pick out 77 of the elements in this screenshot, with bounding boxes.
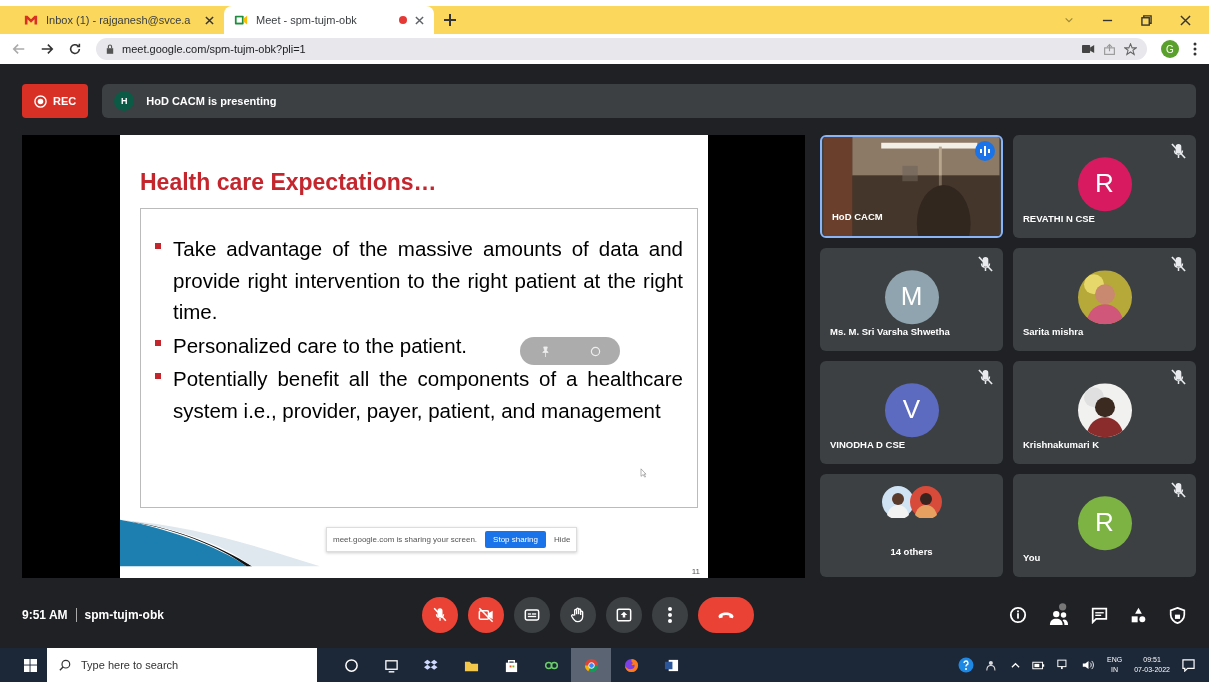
participant-name: 14 others (889, 546, 934, 557)
audio-level-icon (975, 141, 995, 161)
restore-icon[interactable] (1141, 14, 1152, 26)
slide-number: 11 (691, 567, 700, 576)
caret-up-icon[interactable] (1011, 660, 1020, 670)
stop-sharing-button[interactable]: Stop sharing (485, 531, 546, 548)
video-camera-icon (234, 13, 248, 27)
browser-icon[interactable] (583, 657, 599, 673)
close-icon[interactable] (205, 15, 214, 25)
captions-button[interactable] (514, 597, 550, 633)
box-icon[interactable] (423, 657, 439, 673)
browser-tab[interactable]: Meet - spm-tujm-obk (224, 6, 434, 34)
avatar: M (884, 269, 939, 324)
plus-icon[interactable] (444, 14, 456, 26)
reload-icon[interactable] (68, 42, 82, 56)
more-icon[interactable] (1193, 42, 1197, 56)
share-message: meet.google.com is sharing your screen. (333, 535, 478, 544)
info-icon[interactable] (1009, 606, 1027, 624)
present-button[interactable] (606, 597, 642, 633)
mail-icon (24, 13, 38, 27)
camera-button[interactable] (468, 597, 504, 633)
participant-name: VINODHA D CSE (830, 439, 906, 450)
hide-link[interactable]: Hide (554, 535, 571, 544)
raise-hand-button[interactable] (560, 597, 596, 633)
microphone-button[interactable] (422, 597, 458, 633)
participant-name: REVATHI N CSE (1023, 213, 1095, 224)
participant-name: Krishnakumari K (1023, 439, 1100, 450)
volume-icon[interactable] (1082, 659, 1095, 671)
browser-tab[interactable]: Inbox (1) - rajganesh@svce.a (14, 6, 224, 34)
leave-call-button[interactable] (698, 597, 754, 633)
participant-name: Ms. M. Sri Varsha Shwetha (830, 326, 950, 337)
people-icon[interactable] (1049, 603, 1069, 627)
avatar: V (884, 382, 939, 437)
windows-logo-icon[interactable] (24, 658, 37, 672)
help-icon[interactable] (958, 657, 974, 673)
shield-lock-icon[interactable] (1169, 606, 1186, 624)
slide-title: Health care Expectations… (140, 169, 438, 196)
present-screen-icon (614, 605, 634, 625)
address-bar[interactable]: meet.google.com/spm-tujm-obk?pli=1 (96, 38, 1147, 60)
avatar: R (1077, 156, 1132, 211)
video-camera-icon (1082, 44, 1095, 54)
fox-icon[interactable] (623, 657, 639, 673)
presenting-label: HoD CACM is presenting (146, 95, 277, 107)
search-icon (59, 659, 71, 671)
meeting-code: spm-tujm-obk (84, 608, 164, 622)
bullet-icon (155, 243, 161, 249)
battery-icon[interactable] (1032, 660, 1045, 670)
document-icon[interactable] (663, 657, 679, 673)
bullet-icon (155, 339, 161, 346)
participant-name: Sarita mishra (1023, 326, 1084, 337)
more-icon (668, 607, 672, 623)
shopping-bag-icon[interactable] (503, 657, 519, 673)
recording-label: REC (53, 95, 77, 107)
notification-icon[interactable] (1182, 658, 1195, 672)
close-icon[interactable] (1180, 14, 1191, 26)
bullet-icon (155, 373, 161, 379)
lock-icon (106, 44, 114, 54)
participant-name: HoD CACM (832, 211, 883, 222)
shapes-icon[interactable] (1130, 606, 1147, 624)
network-icon[interactable] (1057, 659, 1070, 671)
bullet-text: Potentially benefit all the components of a healthcare system i.e., provider, payer, patient, and management (173, 366, 683, 424)
bullet-text: Take advantage of the massive amounts of data and provide right intervention to the right patient at the right time. (173, 236, 683, 325)
bullet-text: Personalized care to the patient. (173, 332, 468, 359)
close-icon[interactable] (415, 15, 424, 25)
camera-off-icon (476, 605, 496, 625)
task-view-icon[interactable] (383, 657, 399, 673)
star-icon[interactable] (1124, 42, 1137, 56)
cursor-icon (640, 468, 647, 478)
forward-arrow-icon[interactable] (40, 42, 54, 56)
more-options-button[interactable] (652, 597, 688, 633)
presenter-avatar: H (114, 91, 135, 111)
participant-name: You (1023, 552, 1041, 563)
search-field[interactable]: Type here to search (47, 648, 317, 682)
avatar: R (1077, 495, 1132, 550)
meeting-time: 9:51 AM (22, 608, 68, 622)
chat-icon[interactable] (1091, 606, 1108, 624)
record-icon (34, 94, 47, 108)
